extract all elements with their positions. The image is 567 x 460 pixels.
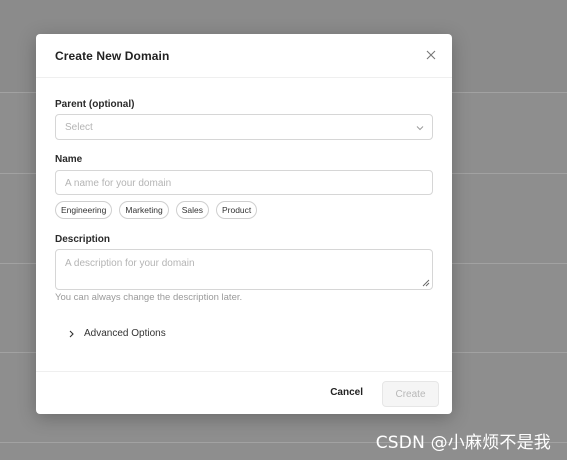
suggestion-tag-product[interactable]: Product bbox=[215, 201, 258, 219]
description-label: Description bbox=[55, 234, 111, 245]
description-textarea[interactable]: A description for your domain bbox=[55, 249, 433, 290]
name-label: Name bbox=[55, 154, 83, 165]
advanced-options-toggle[interactable]: Advanced Options bbox=[68, 328, 166, 339]
advanced-options-label: Advanced Options bbox=[84, 328, 166, 339]
dialog-footer: Cancel Create bbox=[36, 371, 452, 414]
description-helper-text: You can always change the description la… bbox=[55, 292, 243, 303]
chevron-down-icon bbox=[416, 126, 424, 131]
name-input-placeholder: A name for your domain bbox=[65, 178, 172, 189]
create-domain-dialog: Create New Domain Parent (optional) Sele… bbox=[36, 34, 452, 414]
name-suggestions: Engineering Marketing Sales Product bbox=[55, 201, 258, 219]
suggestion-tag-sales[interactable]: Sales bbox=[175, 201, 209, 219]
suggestion-tag-engineering[interactable]: Engineering bbox=[55, 201, 113, 219]
suggestion-tag-marketing[interactable]: Marketing bbox=[119, 201, 169, 219]
close-icon bbox=[426, 50, 436, 60]
create-button[interactable]: Create bbox=[382, 381, 439, 407]
chevron-right-icon bbox=[69, 330, 74, 337]
dialog-title: Create New Domain bbox=[55, 49, 170, 63]
dialog-header: Create New Domain bbox=[36, 34, 452, 78]
description-placeholder: A description for your domain bbox=[65, 258, 195, 269]
close-button[interactable] bbox=[424, 48, 438, 62]
parent-label: Parent (optional) bbox=[55, 99, 135, 110]
name-input[interactable]: A name for your domain bbox=[55, 170, 433, 195]
resize-grip-icon[interactable] bbox=[422, 279, 430, 287]
parent-select[interactable]: Select bbox=[55, 114, 433, 140]
cancel-button[interactable]: Cancel bbox=[330, 387, 363, 398]
watermark: CSDN @小麻烦不是我 bbox=[375, 433, 551, 453]
parent-select-placeholder: Select bbox=[65, 122, 93, 133]
